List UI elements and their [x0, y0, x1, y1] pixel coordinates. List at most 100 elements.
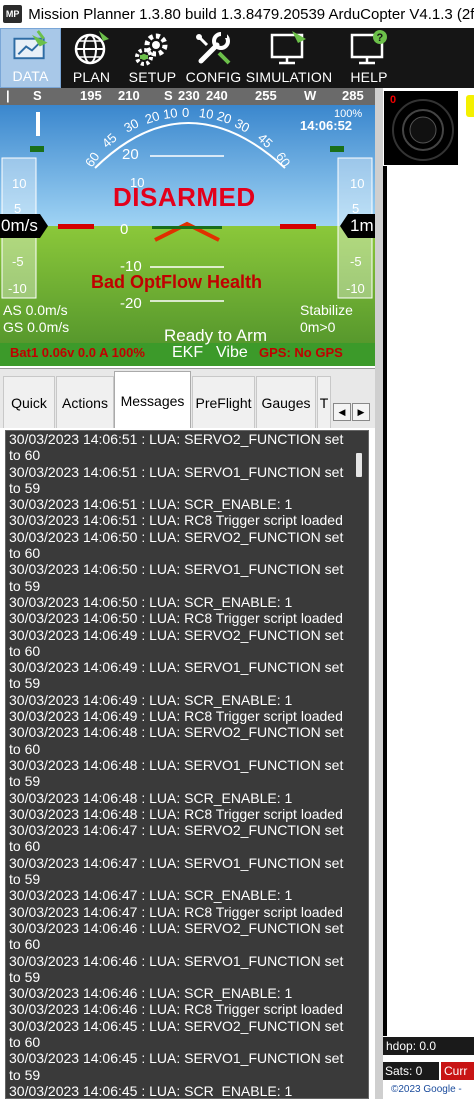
- message-line: 30/03/2023 14:06:51 : LUA: RC8 Trigger s…: [9, 512, 343, 529]
- compass-widget: 0: [384, 91, 458, 165]
- pitch-label: 20: [122, 146, 139, 163]
- speed-scale-label: 10: [12, 176, 27, 191]
- toolbar-setup-button[interactable]: SETUP: [122, 28, 183, 88]
- heading-label: S: [33, 88, 42, 103]
- toolbar-simulation-button[interactable]: SIMULATION: [244, 28, 334, 88]
- toolbar-data-button[interactable]: DATA: [0, 28, 61, 88]
- map-copyright[interactable]: ©2023 Google -: [383, 1080, 474, 1099]
- toolbar-simulation-label: SIMULATION: [245, 69, 333, 85]
- simulation-monitor-icon: [270, 31, 306, 65]
- window-title: Mission Planner 1.3.80 build 1.3.8479.20…: [28, 5, 474, 23]
- messages-scrollbar[interactable]: [352, 431, 368, 1098]
- toolbar-data-label: DATA: [12, 68, 49, 84]
- config-wrench-icon: [195, 32, 230, 65]
- message-line: 30/03/2023 14:06:50 : LUA: SCR_ENABLE: 1: [9, 593, 293, 610]
- yellow-indicator[interactable]: [466, 95, 474, 117]
- roll-label: 10: [198, 105, 215, 122]
- message-line: 30/03/2023 14:06:46 : LUA: SERVO2_FUNCTI…: [9, 919, 344, 953]
- panel-splitter[interactable]: [375, 88, 383, 1099]
- ready-to-arm: Ready to Arm: [164, 326, 267, 345]
- tab-actions[interactable]: Actions: [56, 376, 114, 429]
- alt-scale-label: 10: [350, 176, 365, 191]
- hdop-readout: hdop: 0.0: [383, 1037, 474, 1055]
- map-edge: [383, 166, 387, 1036]
- app-logo-icon: MP: [3, 5, 23, 23]
- speed-scale-label: 5: [14, 201, 22, 216]
- heading-label: 255: [255, 88, 277, 103]
- tab-label: PreFlight: [195, 395, 252, 411]
- heading-label: S: [164, 88, 173, 103]
- message-line: 30/03/2023 14:06:47 : LUA: SCR_ENABLE: 1: [9, 887, 293, 904]
- armed-status: DISARMED: [113, 182, 256, 212]
- alt-scale-label: -5: [350, 254, 362, 269]
- tab-label: Messages: [120, 392, 185, 409]
- heading-label: 210: [118, 88, 140, 103]
- message-line: 30/03/2023 14:06:47 : LUA: SERVO2_FUNCTI…: [9, 822, 344, 855]
- main-toolbar: DATA PLAN SETUP CONFIG SIMULATION ? HELP: [0, 28, 474, 88]
- ekf-status-button[interactable]: EKF: [172, 344, 203, 362]
- message-line: 30/03/2023 14:06:45 : LUA: SERVO1_FUNCTI…: [9, 1050, 344, 1083]
- tab-label: Actions: [62, 395, 108, 411]
- tab-quick[interactable]: Quick: [3, 376, 55, 429]
- airspeed-readout: AS 0.0m/s: [3, 302, 68, 318]
- message-line: 30/03/2023 14:06:49 : LUA: RC8 Trigger s…: [9, 708, 343, 725]
- tab-messages[interactable]: Messages: [114, 371, 191, 429]
- message-line: 30/03/2023 14:06:45 : LUA: SERVO2_FUNCTI…: [9, 1017, 344, 1050]
- warning-message: Bad OptFlow Health: [91, 272, 262, 292]
- toolbar-help-label: HELP: [350, 69, 388, 85]
- heading-label: 240: [206, 88, 228, 103]
- map-panel[interactable]: [375, 88, 474, 1099]
- messages-panel: 30/03/2023 14:06:51 : LUA: SERVO2_FUNCTI…: [0, 428, 375, 1099]
- toolbar-plan-button[interactable]: PLAN: [61, 28, 122, 88]
- heading-label: 285: [342, 88, 364, 103]
- message-line: 30/03/2023 14:06:51 : LUA: SCR_ENABLE: 1: [9, 496, 293, 513]
- hud-display[interactable]: | S 195 210 S 230 240 255 W 285 14:06:52…: [0, 88, 375, 366]
- plan-globe-icon: [74, 31, 109, 65]
- pitch-label: -20: [120, 295, 142, 312]
- heading-tape: | S 195 210 S 230 240 255 W 285: [0, 88, 375, 105]
- toolbar-config-button[interactable]: CONFIG: [183, 28, 244, 88]
- tab-strip: Quick Actions Messages PreFlight Gauges …: [0, 368, 375, 429]
- tab-label: T: [319, 395, 329, 411]
- message-line: 30/03/2023 14:06:50 : LUA: SERVO2_FUNCTI…: [9, 528, 344, 562]
- speed-scale-label: -10: [8, 281, 27, 296]
- compass-value: 0: [390, 94, 397, 106]
- message-line: 30/03/2023 14:06:48 : LUA: RC8 Trigger s…: [9, 805, 343, 822]
- sats-readout: Sats: 0: [383, 1062, 439, 1080]
- hud-clock: 14:06:52: [300, 118, 353, 133]
- alt-scale-label: 5: [352, 201, 360, 216]
- message-line: 30/03/2023 14:06:45 : LUA: SCR_ENABLE: 1: [9, 1082, 293, 1099]
- toolbar-plan-label: PLAN: [72, 69, 111, 85]
- message-line: 30/03/2023 14:06:48 : LUA: SCR_ENABLE: 1: [9, 789, 293, 806]
- pitch-label: 0: [120, 221, 129, 238]
- message-line: 30/03/2023 14:06:46 : LUA: SCR_ENABLE: 1: [9, 985, 293, 1002]
- message-line: 30/03/2023 14:06:49 : LUA: SERVO1_FUNCTI…: [9, 659, 344, 692]
- message-line: 30/03/2023 14:06:50 : LUA: SERVO1_FUNCTI…: [9, 561, 344, 594]
- vertical-speed-value: 0m/s: [1, 216, 38, 235]
- tab-scroll-left-icon[interactable]: ◀: [333, 403, 351, 421]
- message-list: 30/03/2023 14:06:51 : LUA: SERVO2_FUNCTI…: [6, 431, 344, 1099]
- toolbar-help-button[interactable]: ? HELP: [334, 28, 404, 88]
- tab-scroll-right-icon[interactable]: ▶: [352, 403, 370, 421]
- messages-textbox[interactable]: 30/03/2023 14:06:51 : LUA: SERVO2_FUNCTI…: [5, 430, 369, 1099]
- battery-status: Bat1 0.06v 0.0 A 100%: [10, 345, 145, 360]
- svg-text:?: ?: [377, 32, 384, 44]
- setup-gears-icon: [134, 33, 167, 66]
- tab-label: Quick: [11, 395, 47, 411]
- tab-truncated[interactable]: T: [317, 376, 331, 429]
- title-bar[interactable]: MP Mission Planner 1.3.80 build 1.3.8479…: [0, 0, 474, 28]
- scrollbar-thumb[interactable]: [356, 453, 362, 477]
- roll-label: 0: [182, 105, 190, 120]
- tab-gauges[interactable]: Gauges: [256, 376, 316, 429]
- alt-scale-label: -10: [346, 281, 365, 296]
- toolbar-config-label: CONFIG: [185, 69, 242, 85]
- tab-preflight[interactable]: PreFlight: [192, 376, 255, 429]
- hud-battery-percent: 100%: [334, 108, 363, 120]
- vibe-status-button[interactable]: Vibe: [216, 344, 248, 362]
- message-line: 30/03/2023 14:06:48 : LUA: SERVO1_FUNCTI…: [9, 756, 344, 790]
- message-line: 30/03/2023 14:06:47 : LUA: SERVO1_FUNCTI…: [9, 854, 344, 888]
- message-line: 30/03/2023 14:06:46 : LUA: SERVO1_FUNCTI…: [9, 952, 344, 985]
- message-line: 30/03/2023 14:06:48 : LUA: SERVO2_FUNCTI…: [9, 724, 344, 757]
- message-line: 30/03/2023 14:06:47 : LUA: RC8 Trigger s…: [9, 903, 343, 920]
- altitude-value: 1m: [350, 216, 374, 235]
